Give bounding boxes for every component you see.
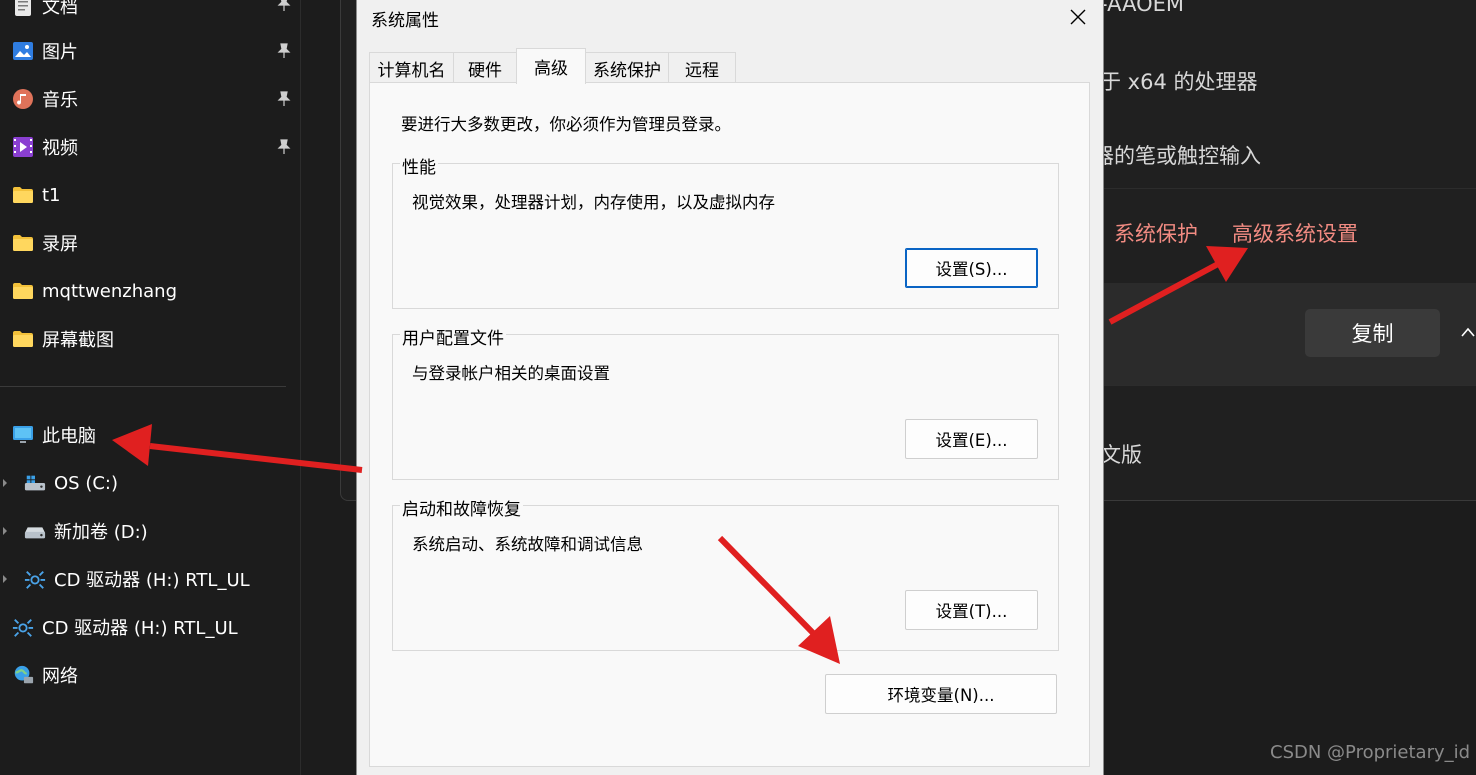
sidebar-item-label: 录屏: [42, 234, 78, 255]
section-divider: [1104, 385, 1476, 386]
chevron-up-icon[interactable]: [1460, 326, 1476, 338]
pin-icon[interactable]: [276, 0, 292, 12]
tab-hardware[interactable]: 硬件: [453, 52, 517, 83]
sidebar-item-recordings[interactable]: 录屏: [12, 223, 78, 263]
pin-icon[interactable]: [276, 139, 292, 155]
sidebar-item-music[interactable]: 音乐: [12, 79, 78, 119]
section-divider: [1104, 188, 1476, 189]
sidebar-item-label: CD 驱动器 (H:) RTL_UL: [54, 570, 250, 591]
sidebar-item-label: OS (C:): [54, 472, 118, 494]
dialog-title: 系统属性: [371, 11, 439, 31]
startup-recovery-settings-button[interactable]: 设置(T)...: [905, 590, 1038, 630]
explorer-sidebar: 文档 图片 音乐 视频 t1 录屏 mqttwenzhang 屏幕截图 此电脑 …: [0, 0, 300, 775]
sidebar-item-mqttwenzhang[interactable]: mqttwenzhang: [12, 271, 177, 311]
user-profiles-title: 用户配置文件: [400, 324, 506, 349]
sidebar-item-documents[interactable]: 文档: [12, 0, 78, 26]
device-name-fragment: -AAOEM: [1100, 0, 1184, 16]
monitor-icon: [12, 424, 34, 446]
sidebar-item-label: 网络: [42, 666, 78, 687]
pin-icon[interactable]: [276, 91, 292, 107]
performance-settings-button[interactable]: 设置(S)...: [905, 248, 1038, 288]
drive-icon: [24, 520, 46, 542]
environment-variables-button[interactable]: 环境变量(N)...: [825, 674, 1057, 714]
watermark: CSDN @Proprietary_id: [1270, 742, 1471, 763]
sidebar-item-videos[interactable]: 视频: [12, 127, 78, 167]
tab-system-protection[interactable]: 系统保护: [585, 52, 669, 83]
close-icon: [1070, 9, 1086, 25]
advanced-system-settings-link[interactable]: 高级系统设置: [1232, 218, 1358, 248]
sidebar-item-label: 文档: [42, 0, 78, 18]
close-button[interactable]: [1055, 0, 1101, 34]
sidebar-item-label: CD 驱动器 (H:) RTL_UL: [42, 618, 238, 639]
admin-notice: 要进行大多数更改，你必须作为管理员登录。: [401, 115, 731, 134]
network-icon: [12, 664, 34, 686]
pictures-icon: [12, 40, 34, 62]
chevron-right-icon[interactable]: [2, 574, 8, 584]
os-drive-icon: [24, 472, 46, 494]
processor-fragment: 于 x64 的处理器: [1100, 70, 1258, 94]
startup-recovery-title: 启动和故障恢复: [400, 495, 523, 520]
chevron-right-icon[interactable]: [2, 526, 8, 536]
performance-title: 性能: [400, 153, 438, 178]
sidebar-item-t1[interactable]: t1: [12, 175, 61, 215]
cd-drive-icon: [24, 568, 46, 590]
sidebar-item-pictures[interactable]: 图片: [12, 31, 78, 71]
user-profiles-description: 与登录帐户相关的桌面设置: [412, 364, 610, 383]
tab-computer-name[interactable]: 计算机名: [369, 52, 454, 83]
music-icon: [12, 88, 34, 110]
sidebar-item-cd-drive[interactable]: CD 驱动器 (H:) RTL_UL: [12, 607, 238, 647]
sidebar-item-this-pc[interactable]: 此电脑: [12, 415, 96, 455]
sidebar-item-label: 音乐: [42, 90, 78, 111]
pin-icon[interactable]: [276, 43, 292, 59]
chevron-right-icon[interactable]: [2, 478, 8, 488]
tab-remote[interactable]: 远程: [668, 52, 736, 83]
folder-icon: [12, 184, 34, 206]
system-protection-link[interactable]: 系统保护: [1114, 218, 1198, 248]
cd-drive-icon: [12, 616, 34, 638]
sidebar-item-screenshots[interactable]: 屏幕截图: [12, 319, 114, 359]
tab-advanced[interactable]: 高级: [516, 48, 586, 84]
sidebar-item-label: 视频: [42, 138, 78, 159]
folder-icon: [12, 280, 34, 302]
sidebar-item-drive-h[interactable]: CD 驱动器 (H:) RTL_UL: [24, 559, 250, 599]
performance-description: 视觉效果，处理器计划，内存使用，以及虚拟内存: [412, 193, 775, 212]
sidebar-item-label: mqttwenzhang: [42, 280, 177, 302]
edition-fragment: 文版: [1100, 443, 1142, 467]
folder-icon: [12, 232, 34, 254]
system-properties-dialog: 系统属性 计算机名 硬件 高级 系统保护 远程 要进行大多数更改，你必须作为管理…: [356, 0, 1104, 775]
sidebar-item-network[interactable]: 网络: [12, 655, 78, 695]
copy-button[interactable]: 复制: [1305, 309, 1440, 357]
sidebar-item-drive-d[interactable]: 新加卷 (D:): [24, 511, 148, 551]
folder-icon: [12, 328, 34, 350]
sidebar-item-drive-c[interactable]: OS (C:): [24, 463, 118, 503]
document-icon: [12, 0, 34, 17]
advanced-tab-panel: 要进行大多数更改，你必须作为管理员登录。 性能 视觉效果，处理器计划，内存使用，…: [369, 82, 1090, 767]
user-profiles-settings-button[interactable]: 设置(E)...: [905, 419, 1038, 459]
sidebar-divider: [0, 386, 286, 387]
sidebar-item-label: 图片: [42, 42, 78, 63]
sidebar-item-label: t1: [42, 184, 61, 206]
sidebar-item-label: 屏幕截图: [42, 330, 114, 351]
sidebar-item-label: 新加卷 (D:): [54, 522, 148, 543]
startup-recovery-description: 系统启动、系统故障和调试信息: [412, 535, 643, 554]
sidebar-item-label: 此电脑: [42, 426, 96, 447]
sidebar-separator: [300, 0, 301, 775]
videos-icon: [12, 136, 34, 158]
pen-input-fragment: 器的笔或触控输入: [1093, 144, 1261, 168]
